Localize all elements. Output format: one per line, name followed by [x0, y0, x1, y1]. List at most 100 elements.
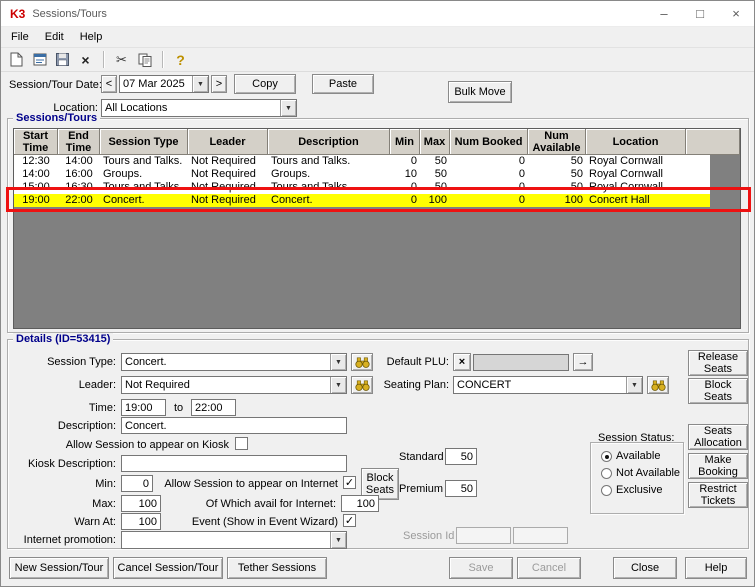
new-session-tour-button[interactable]: New Session/Tour — [9, 557, 109, 579]
table-row[interactable]: 19:0022:00Concert.Not RequiredConcert.01… — [14, 194, 710, 207]
kiosk-allow-label: Allow Session to appear on Kiosk — [61, 439, 229, 451]
column-header[interactable]: Num Available — [528, 129, 586, 155]
menu-help[interactable]: Help — [72, 28, 111, 46]
internet-checkbox[interactable]: ✓ — [343, 476, 356, 489]
table-cell: 0 — [450, 155, 528, 168]
window-title: Sessions/Tours — [32, 8, 107, 20]
column-header[interactable]: Min — [390, 129, 420, 155]
table-cell: 50 — [528, 155, 586, 168]
table-cell: Royal Cornwall — [586, 168, 686, 181]
copy-button-toolbar[interactable] — [133, 49, 156, 70]
column-header[interactable]: Leader — [188, 129, 268, 155]
date-next-button[interactable]: > — [211, 75, 227, 93]
internet-avail-field[interactable]: 100 — [341, 495, 379, 512]
radio-exclusive[interactable]: Exclusive — [601, 484, 662, 496]
cancel-button[interactable]: Cancel — [517, 557, 581, 579]
column-header[interactable]: Max — [420, 129, 450, 155]
edit-button[interactable] — [28, 49, 51, 70]
radio-not-available[interactable]: Not Available — [601, 467, 680, 479]
table-row[interactable]: 14:0016:00Groups.Not RequiredGroups.1050… — [14, 168, 710, 181]
leader-value: Not Required — [122, 377, 330, 393]
column-header[interactable]: Session Type — [100, 129, 188, 155]
dropdown-arrow-icon[interactable]: ▼ — [626, 377, 642, 393]
warn-at-field[interactable]: 100 — [121, 513, 161, 530]
dropdown-arrow-icon[interactable]: ▼ — [192, 76, 208, 92]
make-booking-button[interactable]: Make Booking — [688, 453, 748, 479]
dropdown-arrow-icon[interactable]: ▼ — [330, 354, 346, 370]
standard-field[interactable]: 50 — [445, 448, 477, 465]
paste-button[interactable]: Paste — [312, 74, 374, 94]
table-cell: 50 — [420, 181, 450, 194]
restrict-tickets-button[interactable]: Restrict Tickets — [688, 482, 748, 508]
dropdown-arrow-icon[interactable]: ▼ — [330, 377, 346, 393]
toolbar-separator — [162, 51, 163, 68]
internet-avail-label: Of Which avail for Internet: — [163, 498, 336, 510]
radio-label: Not Available — [616, 467, 680, 479]
description-field[interactable]: Concert. — [121, 417, 347, 434]
date-prev-button[interactable]: < — [101, 75, 117, 93]
column-header[interactable]: End Time — [58, 129, 100, 155]
event-checkbox[interactable]: ✓ — [343, 514, 356, 527]
save-button-toolbar[interactable] — [51, 49, 74, 70]
table-cell: Royal Cornwall — [586, 155, 686, 168]
time-to-field[interactable]: 22:00 — [191, 399, 236, 416]
seating-plan-combo[interactable]: CONCERT ▼ — [453, 376, 643, 394]
table-row[interactable]: 15:0016:30Tours and Talks.Not RequiredTo… — [14, 181, 710, 194]
plu-assign-button[interactable]: → — [573, 353, 593, 371]
date-combo[interactable]: 07 Mar 2025 ▼ — [119, 75, 209, 93]
cancel-session-tour-button[interactable]: Cancel Session/Tour — [113, 557, 223, 579]
copy-button[interactable]: Copy — [234, 74, 296, 94]
dropdown-arrow-icon[interactable]: ▼ — [330, 532, 346, 548]
radio-icon — [601, 468, 612, 479]
table-cell: Concert. — [268, 194, 390, 207]
block-seats-side-button[interactable]: Block Seats — [688, 378, 748, 404]
menu-edit[interactable]: Edit — [37, 28, 72, 46]
seating-plan-lookup-button[interactable] — [647, 376, 669, 394]
column-header[interactable]: Num Booked — [450, 129, 528, 155]
table-cell: 14:00 — [14, 168, 58, 181]
help-button[interactable]: Help — [685, 557, 747, 579]
dropdown-arrow-icon[interactable]: ▼ — [280, 100, 296, 116]
plu-clear-button[interactable]: × — [453, 353, 471, 371]
tether-sessions-button[interactable]: Tether Sessions — [227, 557, 327, 579]
close-dialog-button[interactable]: Close — [613, 557, 677, 579]
column-header[interactable]: Description — [268, 129, 390, 155]
leader-combo[interactable]: Not Required ▼ — [121, 376, 347, 394]
event-label: Event (Show in Event Wizard) — [163, 516, 338, 528]
edit-icon — [33, 53, 47, 66]
internet-promotion-combo[interactable]: ▼ — [121, 531, 347, 549]
menu-file[interactable]: File — [3, 28, 37, 46]
close-button[interactable]: × — [718, 1, 754, 26]
max-field[interactable]: 100 — [121, 495, 161, 512]
radio-available[interactable]: Available — [601, 450, 660, 462]
cut-icon: ✂ — [116, 52, 127, 68]
table-cell: Royal Cornwall — [586, 181, 686, 194]
maximize-button[interactable]: □ — [682, 1, 718, 26]
column-header[interactable]: Start Time — [14, 129, 58, 155]
cut-button[interactable]: ✂ — [110, 49, 133, 70]
location-combo[interactable]: All Locations ▼ — [101, 99, 297, 117]
table-row[interactable]: 12:3014:00Tours and Talks.Not RequiredTo… — [14, 155, 710, 168]
max-label: Max: — [11, 498, 116, 510]
save-button[interactable]: Save — [449, 557, 513, 579]
kiosk-description-field[interactable] — [121, 455, 347, 472]
column-header[interactable]: Location — [586, 129, 686, 155]
session-type-combo[interactable]: Concert. ▼ — [121, 353, 347, 371]
delete-button[interactable]: × — [74, 49, 97, 70]
seats-allocation-button[interactable]: Seats Allocation — [688, 424, 748, 450]
bulk-move-button[interactable]: Bulk Move — [448, 81, 512, 103]
release-seats-button[interactable]: Release Seats — [688, 350, 748, 376]
new-button[interactable] — [5, 49, 28, 70]
table-cell: 16:00 — [58, 168, 100, 181]
premium-field[interactable]: 50 — [445, 480, 477, 497]
help-button-toolbar[interactable]: ? — [169, 49, 192, 70]
kiosk-checkbox[interactable]: ✓ — [235, 437, 248, 450]
time-from-field[interactable]: 19:00 — [121, 399, 166, 416]
min-field[interactable]: 0 — [121, 475, 153, 492]
table-cell: 50 — [420, 155, 450, 168]
internet-promotion-value — [122, 532, 330, 548]
table-cell: 0 — [390, 194, 420, 207]
table-cell: 16:30 — [58, 181, 100, 194]
minimize-button[interactable]: – — [646, 1, 682, 26]
session-type-lookup-button[interactable] — [351, 353, 373, 371]
